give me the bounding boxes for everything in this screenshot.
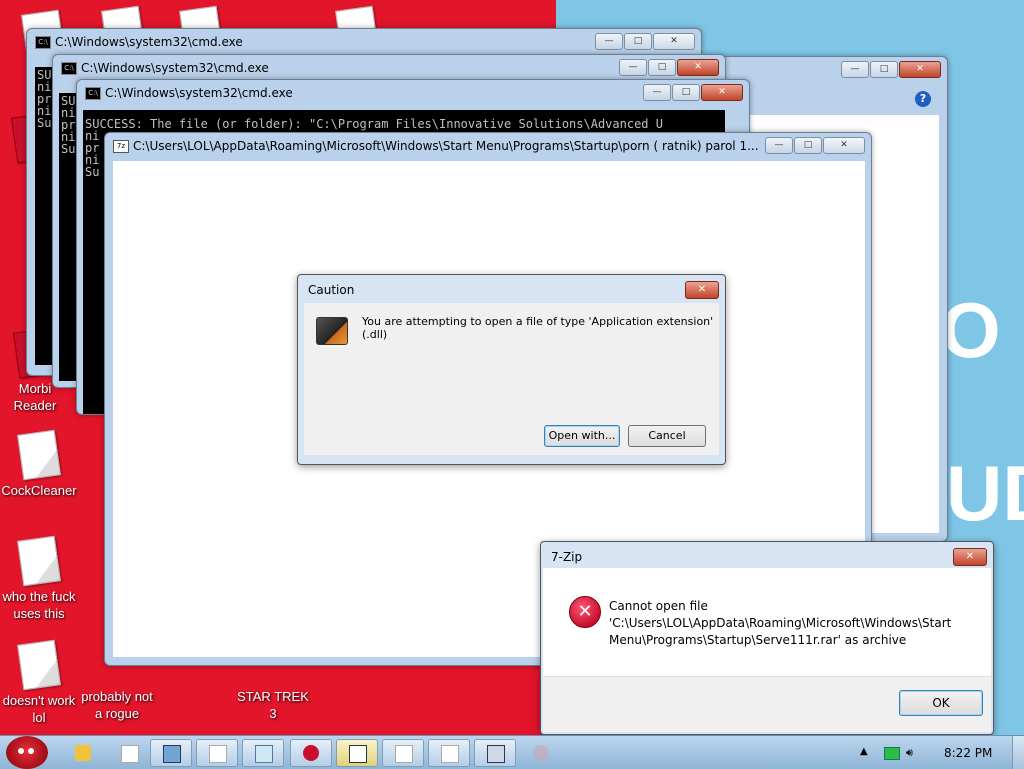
cancel-button[interactable]: Cancel (628, 425, 706, 447)
show-hidden-icons-icon[interactable]: ▲ (860, 746, 868, 757)
taskbar-item[interactable] (108, 739, 150, 767)
network-icon (487, 745, 505, 763)
desktop-icon-label: Morbi Reader (13, 381, 57, 413)
cmd-icon: C:\ (35, 36, 51, 49)
taskbar-item[interactable] (290, 739, 332, 767)
window-title: C:\ C:\Windows\system32\cmd.exe (85, 84, 293, 102)
cmd-icon: C:\ (61, 62, 77, 75)
close-button[interactable]: ✕ (823, 137, 865, 154)
wallpaper-text-ud: UD (946, 449, 1024, 537)
notepad-icon (255, 745, 273, 763)
wallpaper-text-o: O (940, 286, 1001, 374)
maximize-button[interactable]: □ (624, 33, 652, 50)
image-viewer-icon (163, 745, 181, 763)
close-button[interactable]: ✕ (653, 33, 695, 50)
desktop-icon[interactable]: STAR TREK 3 (234, 688, 312, 722)
close-button[interactable]: ✕ (953, 548, 987, 566)
taskbar-item[interactable] (242, 739, 284, 767)
dialog-message: You are attempting to open a file of typ… (362, 315, 714, 341)
taskbar: ▲ 🔊︎ 8:22 PM (0, 735, 1024, 769)
window-title: C:\ C:\Windows\system32\cmd.exe (61, 59, 269, 77)
close-button[interactable]: ✕ (899, 61, 941, 78)
window-controls: — □ ✕ (618, 59, 719, 76)
minimize-button[interactable]: — (765, 137, 793, 154)
application-extension-icon (316, 317, 348, 345)
document-icon (395, 745, 413, 763)
open-with-button[interactable]: Open with... (544, 425, 620, 447)
taskbar-item[interactable] (474, 739, 516, 767)
desktop-icon-label: STAR TREK 3 (237, 689, 309, 721)
window-title: 7z C:\Users\LOL\AppData\Roaming\Microsoft… (113, 137, 761, 155)
window-controls: — □ ✕ (642, 84, 743, 101)
maximize-button[interactable]: □ (648, 59, 676, 76)
minimize-button[interactable]: — (619, 59, 647, 76)
window-controls: — □ ✕ (840, 61, 941, 78)
desktop-icon-label: probably not a rogue (81, 689, 153, 721)
taskbar-item[interactable] (336, 739, 378, 767)
document-icon (16, 639, 62, 691)
minimize-button[interactable]: — (595, 33, 623, 50)
minimize-button[interactable]: — (643, 84, 671, 101)
help-icon[interactable]: ? (915, 91, 931, 107)
taskbar-item-explorer[interactable] (62, 739, 104, 767)
desktop-icon[interactable]: doesn't work lol (0, 639, 78, 726)
window-controls: — □ ✕ (594, 33, 695, 50)
dialog-message: Cannot open file 'C:\Users\LOL\AppData\R… (609, 599, 952, 647)
angry-bird-start-icon (18, 748, 24, 754)
taskbar-item[interactable] (428, 739, 470, 767)
taskbar-item[interactable] (382, 739, 424, 767)
document-icon (16, 429, 62, 481)
desktop-icon[interactable]: CockCleaner (0, 429, 78, 499)
angry-bird-eye (28, 748, 34, 754)
start-button[interactable] (6, 736, 48, 769)
taskbar-item[interactable] (150, 739, 192, 767)
7zip-icon: 7z (113, 140, 129, 153)
maximize-button[interactable]: □ (794, 137, 822, 154)
clock[interactable]: 8:22 PM (944, 746, 992, 760)
close-button[interactable]: ✕ (677, 59, 719, 76)
document-icon (16, 535, 62, 587)
desktop-icon[interactable]: probably not a rogue (78, 688, 156, 722)
dialog-title: Caution (308, 283, 355, 297)
archive-icon (349, 745, 367, 763)
taskbar-item[interactable] (520, 739, 562, 767)
7zip-error-dialog[interactable]: 7-Zip ✕ ✕ Cannot open file 'C:\Users\LOL… (540, 541, 994, 735)
maximize-button[interactable]: □ (870, 61, 898, 78)
error-icon: ✕ (569, 596, 601, 628)
taskbar-item[interactable] (196, 739, 238, 767)
error-icon (303, 745, 319, 761)
network-status-icon[interactable] (884, 747, 900, 760)
desktop-icon-label: CockCleaner (1, 483, 77, 498)
caution-dialog[interactable]: Caution ✕ You are attempting to open a f… (297, 274, 726, 465)
close-button[interactable]: ✕ (685, 281, 719, 299)
close-button[interactable]: ✕ (701, 84, 743, 101)
dialog-body: You are attempting to open a file of typ… (304, 303, 719, 455)
cmd-icon: C:\ (85, 87, 101, 100)
dialog-title: 7-Zip (551, 550, 583, 564)
ok-button[interactable]: OK (899, 690, 983, 716)
document-icon (121, 745, 139, 763)
document-icon (209, 745, 227, 763)
desktop-icon-label: who the fuck uses this (2, 589, 76, 621)
show-desktop-button[interactable] (1012, 736, 1024, 769)
window-controls: — □ ✕ (764, 137, 865, 154)
maximize-button[interactable]: □ (672, 84, 700, 101)
desktop-icon-label: doesn't work lol (2, 693, 76, 725)
document-icon (441, 745, 459, 763)
minimize-button[interactable]: — (841, 61, 869, 78)
desktop-icon[interactable]: who the fuck uses this (0, 535, 78, 622)
dialog-body: ✕ Cannot open file 'C:\Users\LOL\AppData… (543, 568, 991, 732)
disabled-icon (533, 745, 549, 761)
window-title: C:\ C:\Windows\system32\cmd.exe (35, 33, 243, 51)
explorer-icon (75, 745, 91, 761)
volume-icon[interactable]: 🔊︎ (906, 746, 913, 760)
